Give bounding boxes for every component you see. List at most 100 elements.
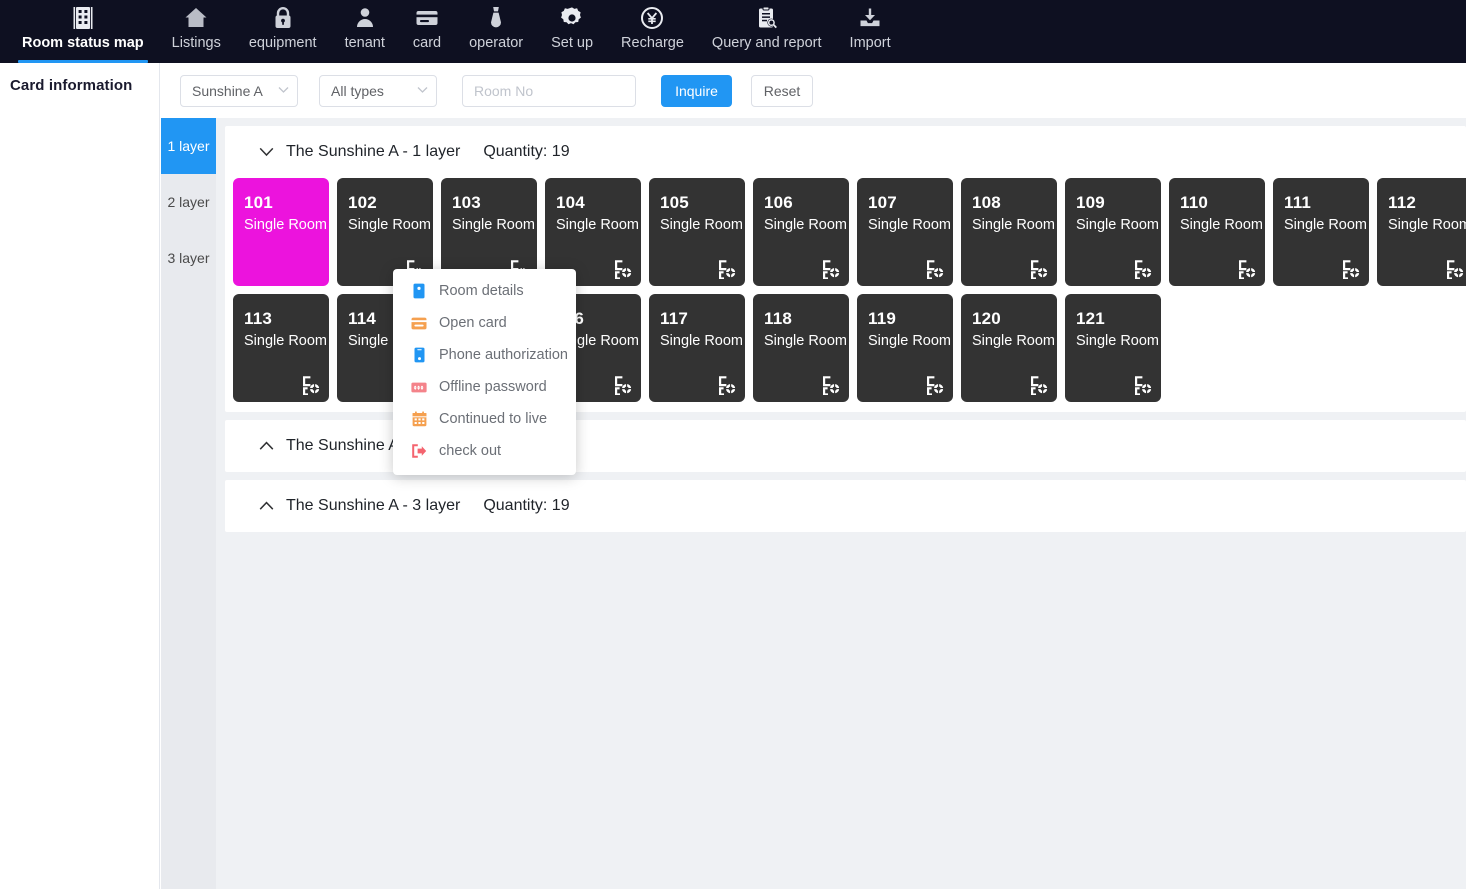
room-type-label: Single Room xyxy=(764,333,847,349)
room-context-menu[interactable]: Room details Open card Phone authorization… xyxy=(393,269,576,475)
building-icon xyxy=(70,5,96,31)
door-lock-icon xyxy=(1446,259,1464,279)
door-lock-icon xyxy=(1342,259,1360,279)
door-lock-icon xyxy=(822,259,840,279)
room-number: 105 xyxy=(660,193,689,213)
context-menu-item-phone-authorization[interactable]: Phone authorization xyxy=(393,339,576,371)
room-number: 106 xyxy=(764,193,793,213)
room-card[interactable]: 106Single Room xyxy=(753,178,849,286)
room-type-label: Single Room xyxy=(660,333,743,349)
door-lock-icon xyxy=(1030,375,1048,395)
room-type-label: Single Room xyxy=(1388,217,1466,233)
nav-item-label: card xyxy=(413,34,441,52)
person-icon xyxy=(352,5,378,31)
inquire-button[interactable]: Inquire xyxy=(661,75,732,107)
chevron-down-icon[interactable] xyxy=(258,144,274,160)
reset-button[interactable]: Reset xyxy=(751,75,813,107)
door-lock-icon xyxy=(822,375,840,395)
layer-item-2[interactable]: 2 layer xyxy=(161,174,216,230)
chevron-down-icon xyxy=(417,85,428,97)
room-details-icon xyxy=(411,283,427,299)
layer-rail: 1 layer 2 layer 3 layer xyxy=(161,118,216,889)
room-type-label: Single Room xyxy=(244,333,327,349)
room-type-select-value: All types xyxy=(331,83,384,99)
room-number: 104 xyxy=(556,193,585,213)
calendar-icon xyxy=(411,411,427,427)
section-header[interactable]: The Sunshine A - 3 layer Quantity: 19 xyxy=(225,480,1466,532)
room-card[interactable]: 118 Single Room xyxy=(753,294,849,402)
layer-item-label: 2 layer xyxy=(167,194,209,210)
room-type-label: Single Room xyxy=(1076,217,1159,233)
nav-item-set-up[interactable]: Set up xyxy=(537,0,607,63)
room-card[interactable]: 112Single Room xyxy=(1377,178,1466,286)
building-select[interactable]: Sunshine A xyxy=(180,75,298,107)
nav-item-operator[interactable]: operator xyxy=(455,0,537,63)
nav-item-room-status-map[interactable]: Room status map xyxy=(8,0,158,63)
room-card[interactable]: 108Single Room xyxy=(961,178,1057,286)
room-number: 101 xyxy=(244,193,273,213)
check-out-icon xyxy=(411,443,427,459)
nav-item-equipment[interactable]: equipment xyxy=(235,0,331,63)
nav-item-import[interactable]: Import xyxy=(836,0,905,63)
nav-item-tenant[interactable]: tenant xyxy=(331,0,399,63)
nav-item-query-and-report[interactable]: Query and report xyxy=(698,0,836,63)
door-lock-icon xyxy=(718,375,736,395)
nav-item-card[interactable]: card xyxy=(399,0,455,63)
room-card[interactable]: 105Single Room xyxy=(649,178,745,286)
open-card-icon xyxy=(411,315,427,331)
door-lock-icon xyxy=(718,259,736,279)
room-type-select[interactable]: All types xyxy=(319,75,437,107)
room-card[interactable]: 101Single Room xyxy=(233,178,329,286)
context-menu-item-room-details[interactable]: Room details xyxy=(393,275,576,307)
room-type-label: Single Room xyxy=(1284,217,1367,233)
context-menu-item-offline-password[interactable]: Offline password xyxy=(393,371,576,403)
room-no-input[interactable]: Room No xyxy=(462,75,636,107)
door-lock-icon xyxy=(1134,259,1152,279)
room-card[interactable]: 109Single Room xyxy=(1065,178,1161,286)
context-menu-item-check-out[interactable]: check out xyxy=(393,435,576,467)
door-lock-icon xyxy=(1238,259,1256,279)
room-no-placeholder: Room No xyxy=(474,83,533,99)
section-quantity: Quantity: 19 xyxy=(483,143,569,161)
chevron-up-icon[interactable] xyxy=(258,498,274,514)
room-card[interactable]: 110Single Room xyxy=(1169,178,1265,286)
context-menu-item-label: Open card xyxy=(439,315,507,331)
nav-item-recharge[interactable]: Recharge xyxy=(607,0,698,63)
room-card[interactable]: 121Single Room xyxy=(1065,294,1161,402)
nav-item-label: Listings xyxy=(172,34,221,52)
layer-item-3[interactable]: 3 layer xyxy=(161,230,216,286)
room-card[interactable]: 117 Single Room xyxy=(649,294,745,402)
context-menu-item-label: Room details xyxy=(439,283,524,299)
room-card[interactable]: 107Single Room xyxy=(857,178,953,286)
room-card[interactable]: 120Single Room xyxy=(961,294,1057,402)
room-type-label: Single Room xyxy=(348,217,431,233)
room-card[interactable]: 111Single Room xyxy=(1273,178,1369,286)
layer-item-1[interactable]: 1 layer xyxy=(161,118,216,174)
main-area: Sunshine A All types Room No Inquire Res… xyxy=(161,63,1466,889)
room-number: 114 xyxy=(348,309,376,329)
context-menu-item-open-card[interactable]: Open card xyxy=(393,307,576,339)
room-number: 103 xyxy=(452,193,481,213)
context-menu-item-label: Continued to live xyxy=(439,411,547,427)
context-menu-item-label: Offline password xyxy=(439,379,547,395)
room-card[interactable]: 119Single Room xyxy=(857,294,953,402)
gear-icon xyxy=(559,5,585,31)
room-type-label: Single Room xyxy=(452,217,535,233)
building-select-value: Sunshine A xyxy=(192,83,263,99)
section-quantity: Quantity: 19 xyxy=(483,497,569,515)
nav-item-label: Import xyxy=(850,34,891,52)
section-header[interactable]: The Sunshine A - 1 layer Quantity: 19 xyxy=(225,126,1466,178)
context-menu-item-label: check out xyxy=(439,443,501,459)
section-title: The Sunshine A - 3 layer xyxy=(286,497,460,515)
context-menu-item-continued-to-live[interactable]: Continued to live xyxy=(393,403,576,435)
context-menu-item-label: Phone authorization xyxy=(439,347,568,363)
room-number: 117 xyxy=(660,309,688,329)
room-card[interactable]: 113Single Room xyxy=(233,294,329,402)
nav-item-listings[interactable]: Listings xyxy=(158,0,235,63)
offline-password-icon xyxy=(411,379,427,395)
chevron-up-icon[interactable] xyxy=(258,438,274,454)
section-title: The Sunshine A - 1 layer xyxy=(286,143,460,161)
room-number: 118 xyxy=(764,309,792,329)
download-inbox-icon xyxy=(857,5,883,31)
room-number: 121 xyxy=(1076,309,1105,329)
